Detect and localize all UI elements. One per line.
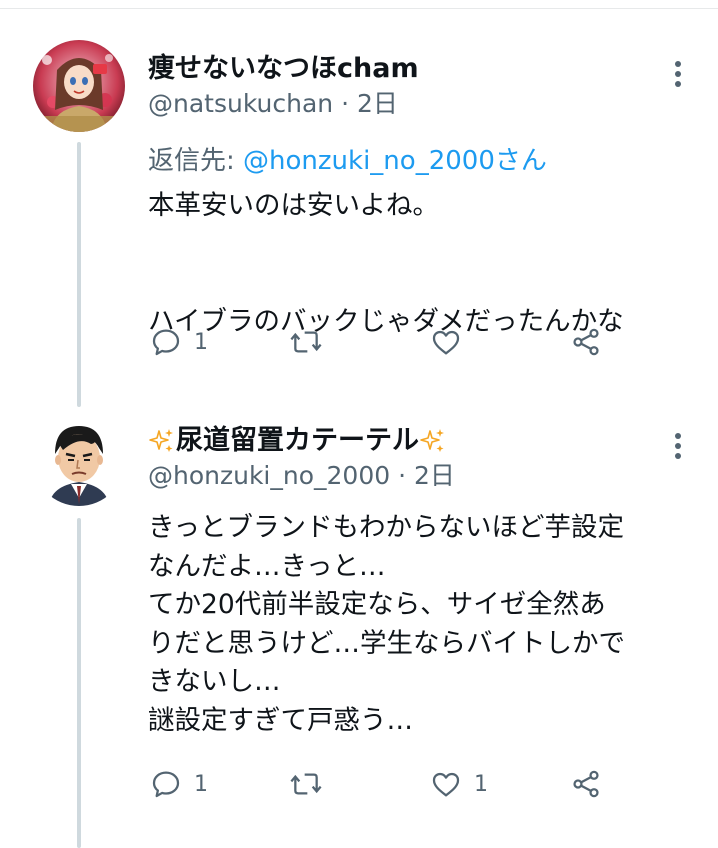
reply-button[interactable]: 1 bbox=[150, 322, 208, 362]
tweet-line: きっとブランドもわからないほど芋設定 bbox=[148, 512, 624, 543]
avatar-image bbox=[33, 414, 125, 506]
reply-icon bbox=[152, 329, 180, 356]
timestamp[interactable]: 2日 bbox=[414, 461, 455, 490]
handle[interactable]: @honzuki_no_2000 bbox=[148, 461, 390, 490]
handle-line: @honzuki_no_2000 · 2日 bbox=[148, 459, 678, 493]
share-button[interactable] bbox=[570, 322, 602, 362]
display-name-text[interactable]: 痩せないなつほcham bbox=[148, 52, 419, 86]
tweet-actions: 1 bbox=[148, 322, 618, 362]
retweet-button[interactable] bbox=[288, 322, 336, 362]
retweet-icon bbox=[290, 773, 322, 795]
share-button[interactable] bbox=[570, 764, 602, 804]
avatar[interactable] bbox=[33, 40, 125, 132]
timestamp[interactable]: 2日 bbox=[357, 89, 398, 118]
handle-line: @natsukuchan · 2日 bbox=[148, 87, 678, 121]
heart-icon bbox=[432, 330, 460, 355]
retweet-icon bbox=[290, 331, 322, 353]
display-name[interactable]: 痩せないなつほcham bbox=[148, 52, 678, 86]
like-button[interactable]: 1 bbox=[430, 764, 488, 804]
reply-to-mention[interactable]: @honzuki_no_2000さん bbox=[243, 146, 547, 176]
tweet[interactable]: 尿道留置カテーテル @honzuki_no_2000 · 2日 きっとブランドも… bbox=[0, 400, 718, 848]
like-button[interactable] bbox=[430, 322, 474, 362]
tweet-header: 痩せないなつほcham @natsukuchan · 2日 bbox=[148, 52, 678, 121]
share-icon bbox=[573, 770, 599, 798]
retweet-button[interactable] bbox=[288, 764, 336, 804]
heart-icon bbox=[432, 772, 460, 797]
tweet-line bbox=[148, 226, 694, 265]
avatar-image bbox=[33, 40, 125, 132]
reply-button[interactable]: 1 bbox=[150, 764, 208, 804]
tweet-line: りだと思うけど…学生ならバイトしかで bbox=[148, 627, 625, 659]
tweet-line: 本革安いのは安いよね。 bbox=[148, 190, 439, 221]
tweet-text: 本革安いのは安いよね。 ハイブラのバックじゃダメだったんかな bbox=[148, 187, 694, 341]
more-options-icon[interactable] bbox=[668, 58, 688, 90]
reply-count: 1 bbox=[194, 771, 208, 797]
tweet-header: 尿道留置カテーテル @honzuki_no_2000 · 2日 bbox=[148, 424, 678, 493]
handle[interactable]: @natsukuchan bbox=[148, 89, 333, 118]
tweet-line: きないし… bbox=[148, 666, 281, 697]
tweet[interactable]: 痩せないなつほcham @natsukuchan · 2日 返信先: @honz… bbox=[0, 0, 718, 400]
tweet-actions: 1 1 bbox=[148, 764, 618, 804]
sparkles-icon bbox=[420, 429, 444, 452]
tweet-line: なんだよ…きっと… bbox=[148, 550, 386, 582]
separator: · bbox=[398, 461, 407, 490]
separator: · bbox=[341, 89, 350, 118]
sparkles-icon bbox=[149, 429, 173, 452]
display-name[interactable]: 尿道留置カテーテル bbox=[148, 424, 678, 458]
display-name-text[interactable]: 尿道留置カテーテル bbox=[176, 424, 419, 458]
tweet-line: てか20代前半設定なら、サイゼ全然あ bbox=[148, 589, 606, 620]
more-options-icon[interactable] bbox=[668, 430, 688, 462]
reply-count: 1 bbox=[194, 329, 208, 355]
tweet-text: きっとブランドもわからないほど芋設定 なんだよ…きっと… てか20代前半設定なら… bbox=[148, 509, 694, 740]
reply-to-label: 返信先: bbox=[148, 146, 244, 176]
avatar[interactable] bbox=[33, 414, 125, 506]
share-icon bbox=[573, 328, 599, 356]
reply-icon bbox=[152, 771, 180, 798]
like-count: 1 bbox=[474, 771, 488, 797]
tweet-line: 謎設定すぎて戸惑う… bbox=[148, 704, 413, 736]
reply-to: 返信先: @honzuki_no_2000さん bbox=[148, 142, 547, 180]
